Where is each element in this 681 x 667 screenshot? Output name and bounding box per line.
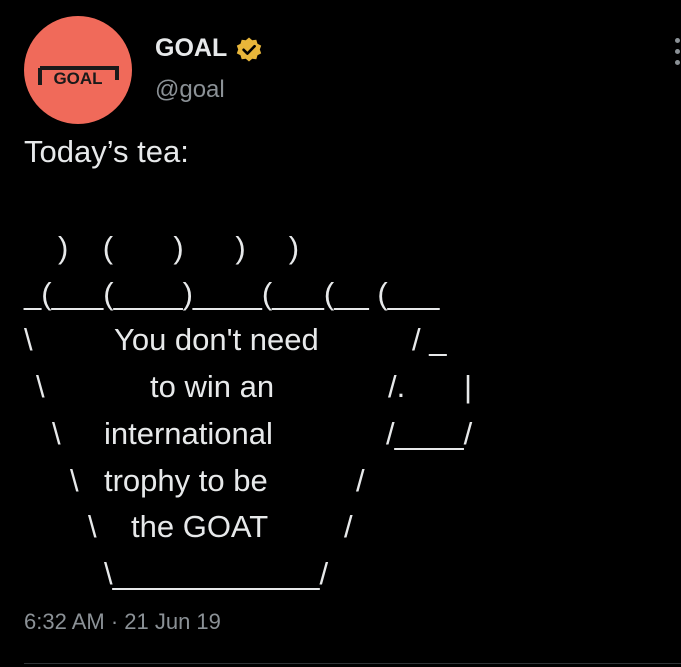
art-row3-text: international [104, 416, 273, 451]
divider [24, 663, 681, 664]
timestamp[interactable]: 6:32 AM · 21 Jun 19 [24, 609, 221, 635]
art-row4-left: \ [70, 463, 79, 498]
art-row3-left: \ [52, 416, 61, 451]
verified-badge-icon [236, 37, 262, 62]
display-name[interactable]: GOAL [155, 34, 227, 63]
art-row5-right: / [344, 509, 353, 544]
art-row3-right: /____/ [386, 416, 473, 451]
art-row2-right: /. [388, 369, 406, 404]
avatar[interactable]: GOAL [24, 16, 132, 124]
art-row2-left: \ [36, 369, 45, 404]
art-row1-right: / _ [412, 322, 447, 357]
art-row2-handle: | [464, 369, 473, 404]
goal-logo-icon: GOAL [38, 66, 119, 88]
art-steam: ) ( ) ) ) [58, 230, 300, 265]
handle[interactable]: @goal [155, 76, 225, 104]
art-row4-text: trophy to be [104, 463, 268, 498]
art-row5-left: \ [88, 509, 97, 544]
tweet-text: Today’s tea: [24, 134, 189, 169]
art-row2-text: to win an [150, 369, 275, 404]
more-options-icon[interactable] [673, 38, 681, 68]
art-base: \____________/ [104, 556, 329, 591]
art-row1-text: You don't need [114, 322, 319, 357]
art-row5-text: the GOAT [131, 509, 269, 544]
avatar-logo-text: GOAL [53, 69, 102, 88]
art-row1-left: \ [24, 322, 33, 357]
art-rim: _(___(____)____(___(__ (___ [24, 276, 440, 311]
art-row4-right: / [356, 463, 365, 498]
